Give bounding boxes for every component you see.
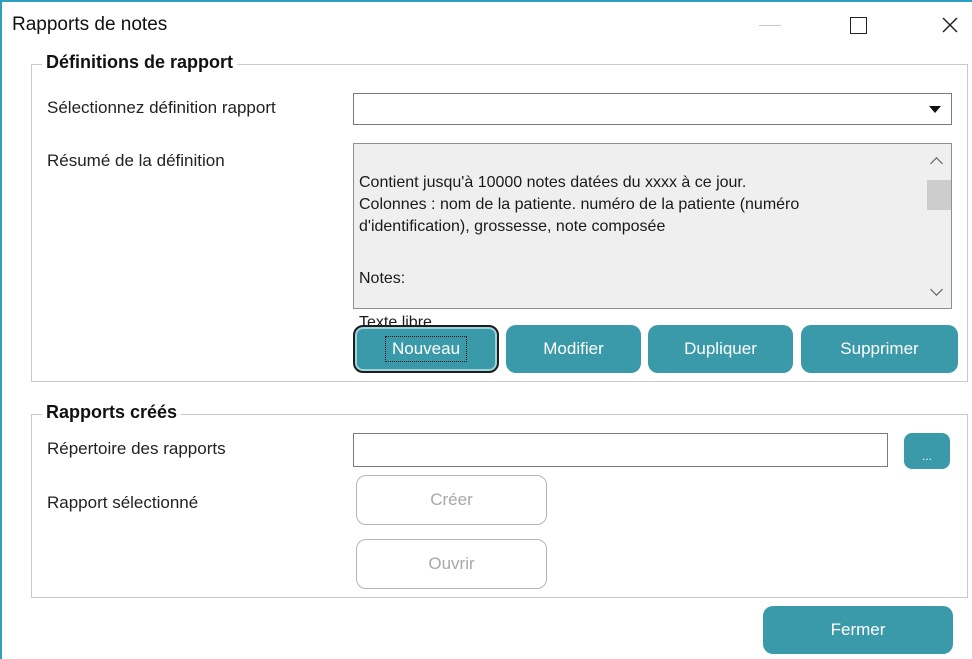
reports-directory-label: Répertoire des rapports bbox=[47, 439, 226, 458]
chevron-down-icon bbox=[929, 282, 943, 296]
minimize-icon bbox=[759, 24, 781, 26]
create-report-button[interactable]: Créer bbox=[356, 475, 547, 525]
reports-group-legend: Rapports créés bbox=[42, 402, 182, 423]
report-notes-window: Rapports de notes Définitions de rapport… bbox=[0, 0, 972, 659]
edit-button[interactable]: Modifier bbox=[506, 325, 641, 373]
definition-summary-box[interactable]: Contient jusqu'à 10000 notes datées du x… bbox=[353, 143, 952, 331]
delete-button[interactable]: Supprimer bbox=[801, 325, 958, 373]
window-title: Rapports de notes bbox=[12, 14, 168, 35]
open-report-button[interactable]: Ouvrir bbox=[356, 539, 547, 589]
close-icon bbox=[942, 17, 958, 33]
scroll-up-button[interactable] bbox=[921, 148, 951, 174]
close-dialog-button[interactable]: Fermer bbox=[763, 606, 953, 654]
definition-summary-label: Résumé de la définition bbox=[47, 151, 225, 170]
selected-report-label: Rapport sélectionné bbox=[47, 493, 199, 512]
reports-directory-input[interactable] bbox=[353, 433, 888, 467]
browse-directory-button[interactable]: ... bbox=[904, 433, 950, 469]
chevron-up-icon bbox=[929, 156, 943, 170]
duplicate-button[interactable]: Dupliquer bbox=[648, 325, 793, 373]
scroll-thumb[interactable] bbox=[927, 180, 951, 210]
close-button[interactable] bbox=[927, 10, 972, 40]
summary-description: Contient jusqu'à 10000 notes datées du x… bbox=[359, 174, 800, 235]
definition-select[interactable] bbox=[353, 93, 952, 125]
minimize-button[interactable] bbox=[747, 10, 793, 40]
new-button[interactable]: Nouveau bbox=[353, 325, 499, 373]
summary-scrollbar[interactable] bbox=[921, 144, 951, 308]
maximize-button[interactable] bbox=[835, 10, 881, 40]
summary-notes-heading: Notes: bbox=[359, 270, 406, 287]
dropdown-arrow[interactable] bbox=[920, 95, 950, 123]
definitions-group-legend: Définitions de rapport bbox=[42, 52, 238, 73]
maximize-icon bbox=[849, 16, 867, 34]
new-button-label: Nouveau bbox=[384, 336, 468, 362]
scroll-down-button[interactable] bbox=[921, 278, 951, 304]
title-bar: Rapports de notes bbox=[2, 2, 972, 38]
select-definition-label: Sélectionnez définition rapport bbox=[47, 98, 276, 117]
caret-down-icon bbox=[929, 105, 941, 113]
